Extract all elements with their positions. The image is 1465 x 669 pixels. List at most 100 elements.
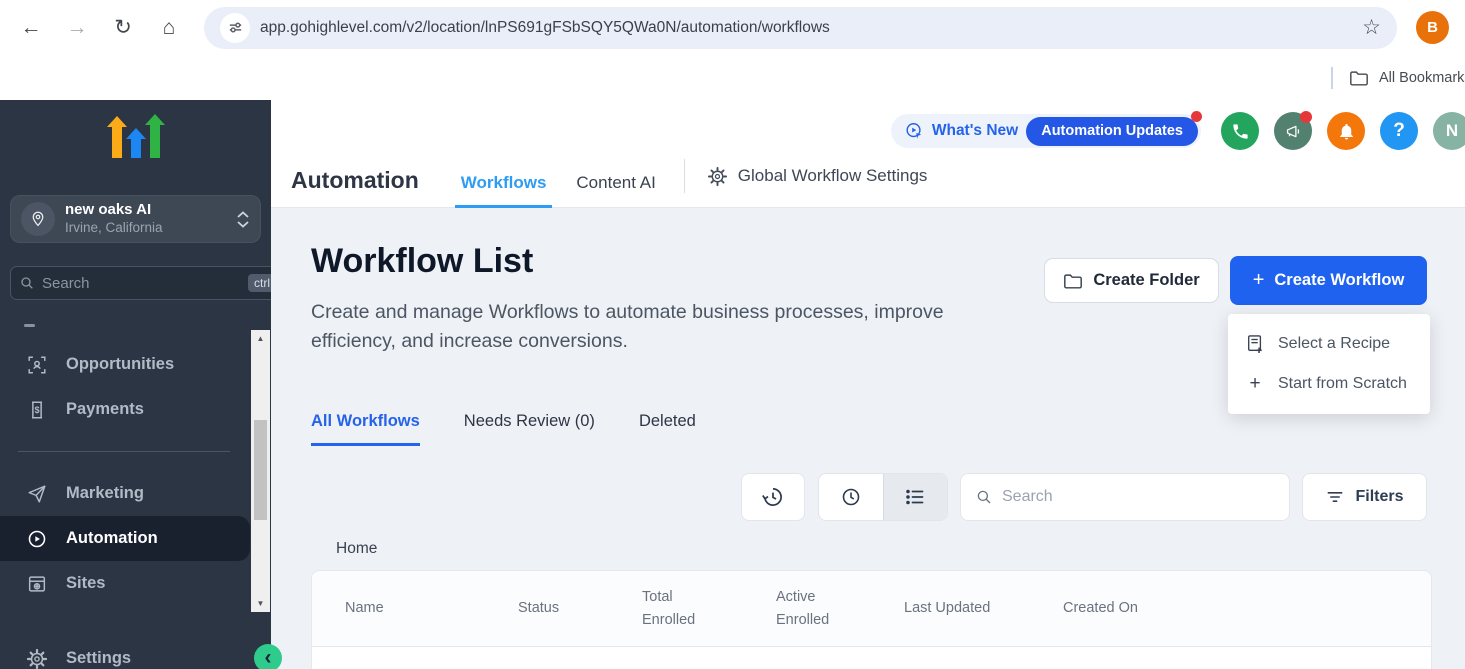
sidebar-search-input[interactable] [42, 275, 241, 292]
list-icon [903, 485, 927, 509]
phone-button[interactable] [1221, 112, 1259, 150]
chevron-up-down-icon [236, 211, 250, 228]
notifications-button[interactable] [1327, 112, 1365, 150]
sidebar-item-sites[interactable]: Sites [0, 561, 271, 606]
bookmarks-bar: All Bookmarks [0, 55, 1465, 100]
table-header-row: Name Status Total Enrolled Active Enroll… [311, 570, 1432, 647]
all-bookmarks-label[interactable]: All Bookmarks [1379, 70, 1465, 86]
header-divider [684, 159, 685, 193]
view-toggle-group [818, 473, 948, 521]
filters-button[interactable]: Filters [1302, 473, 1427, 521]
tab-workflows[interactable]: Workflows [455, 173, 553, 208]
app-window: new oaks AI Irvine, California ctrl K [0, 100, 1465, 669]
execution-logs-button[interactable] [741, 473, 805, 521]
automation-updates-badge[interactable]: Automation Updates [1026, 117, 1198, 146]
scroll-up-icon[interactable]: ▲ [251, 334, 270, 343]
bookmark-star-icon[interactable]: ☆ [1362, 15, 1381, 40]
plus-icon: + [1253, 269, 1265, 292]
help-button[interactable]: ? [1380, 112, 1418, 150]
url-text: app.gohighlevel.com/v2/location/lnPS691g… [260, 19, 830, 37]
location-switcher[interactable]: new oaks AI Irvine, California [10, 195, 261, 243]
menu-item-partial [24, 324, 35, 327]
sidebar-item-opportunities[interactable]: Opportunities [0, 342, 271, 387]
gear-icon [707, 166, 728, 187]
page-header: What's New Automation Updates [271, 100, 1465, 208]
global-workflow-settings-label: Global Workflow Settings [738, 166, 928, 186]
menu-item-start-from-scratch[interactable]: + Start from Scratch [1228, 364, 1430, 404]
whats-new-icon [904, 121, 924, 141]
announcements-button[interactable] [1274, 112, 1312, 150]
sidebar-item-settings[interactable]: Settings [0, 636, 271, 669]
back-icon[interactable]: ← [14, 11, 48, 45]
sidebar-menu: Opportunities $ Payments Market [0, 342, 271, 669]
history-clock-icon [760, 484, 786, 510]
opportunities-icon [25, 354, 49, 376]
dollar-glyph: $ [34, 405, 39, 415]
location-pin-icon [21, 202, 55, 236]
create-workflow-button[interactable]: + Create Workflow [1230, 256, 1427, 305]
page-title: Automation [291, 167, 419, 194]
create-folder-label: Create Folder [1093, 271, 1199, 290]
address-bar[interactable]: app.gohighlevel.com/v2/location/lnPS691g… [204, 7, 1397, 49]
dropdown-item-label: Select a Recipe [1278, 335, 1390, 353]
filter-icon [1325, 487, 1345, 507]
tab-deleted[interactable]: Deleted [639, 412, 696, 446]
whats-new-label: What's New [932, 122, 1018, 140]
forward-icon[interactable]: → [60, 11, 94, 45]
tab-needs-review[interactable]: Needs Review (0) [464, 412, 595, 446]
sidebar-item-label: Opportunities [66, 355, 174, 374]
global-workflow-settings-link[interactable]: Global Workflow Settings [707, 166, 928, 187]
reload-icon[interactable]: ↻ [106, 11, 140, 45]
create-folder-button[interactable]: Create Folder [1044, 258, 1219, 303]
whats-new-pill[interactable]: What's New Automation Updates [891, 114, 1201, 148]
dropdown-item-label: Start from Scratch [1278, 375, 1407, 393]
tab-all-workflows[interactable]: All Workflows [311, 412, 420, 446]
sidebar-item-label: Sites [66, 574, 105, 593]
browser-profile-avatar[interactable]: B [1416, 11, 1449, 44]
column-header-status: Status [518, 571, 559, 646]
menu-item-select-recipe[interactable]: Select a Recipe [1228, 324, 1430, 364]
sidebar-item-payments[interactable]: $ Payments [0, 387, 271, 432]
recipe-document-icon [1245, 334, 1265, 354]
clock-icon [839, 485, 863, 509]
search-icon [19, 275, 35, 291]
sidebar-item-marketing[interactable]: Marketing [0, 471, 271, 516]
column-header-active-enrolled: Active Enrolled [776, 571, 851, 646]
home-icon[interactable]: ⌂ [152, 11, 186, 45]
question-icon: ? [1393, 120, 1405, 142]
workflow-list-page: Workflow List Create and manage Workflow… [271, 208, 1465, 669]
sidebar-divider [18, 451, 230, 452]
workflow-list-description: Create and manage Workflows to automate … [311, 298, 1016, 357]
workflow-search[interactable] [960, 473, 1290, 521]
sidebar-item-automation[interactable]: Automation [0, 516, 250, 561]
recent-view-toggle[interactable] [819, 474, 883, 520]
create-workflow-label: Create Workflow [1274, 271, 1404, 290]
sidebar-item-label: Settings [66, 649, 131, 668]
column-header-total-enrolled: Total Enrolled [642, 571, 717, 646]
main-area: What's New Automation Updates [271, 100, 1465, 669]
payments-icon: $ [25, 399, 49, 421]
sidebar-collapse-button[interactable]: ‹ [254, 644, 282, 669]
bookmarks-divider [1331, 67, 1333, 89]
workflow-list-tabs: All Workflows Needs Review (0) Deleted [311, 412, 696, 446]
location-name: new oaks AI [65, 201, 226, 220]
site-settings-icon[interactable] [220, 13, 250, 43]
breadcrumb[interactable]: Home [336, 540, 377, 558]
workflow-search-input[interactable] [1002, 488, 1275, 506]
paper-plane-icon [25, 483, 49, 505]
folder-icon [1063, 272, 1083, 290]
table-body [311, 647, 1432, 669]
browser-toolbar: ← → ↻ ⌂ app.gohighlevel.com/v2/location/… [0, 0, 1465, 55]
user-avatar[interactable]: N [1433, 112, 1465, 150]
automation-play-icon [25, 528, 49, 550]
scrollbar-thumb[interactable] [254, 420, 267, 520]
scroll-down-icon[interactable]: ▼ [251, 599, 270, 608]
gear-icon [25, 648, 49, 669]
tab-content-ai[interactable]: Content AI [570, 173, 661, 208]
sidebar-item-label: Payments [66, 400, 144, 419]
list-view-toggle[interactable] [883, 474, 948, 520]
sidebar-scrollbar[interactable]: ▲ ▼ [251, 330, 270, 612]
avatar-initial: N [1446, 121, 1458, 141]
phone-icon [1231, 122, 1250, 141]
sidebar-search[interactable]: ctrl K [10, 266, 296, 300]
